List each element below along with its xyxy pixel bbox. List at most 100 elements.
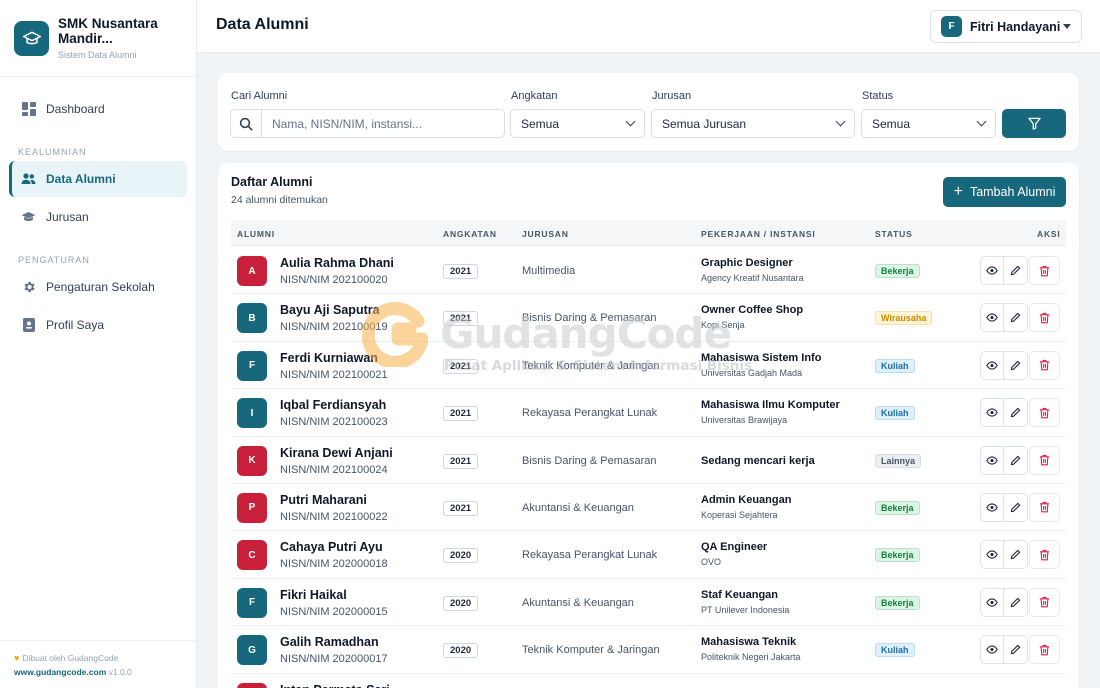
brand-name: SMK Nusantara Mandir... bbox=[58, 16, 158, 46]
avatar: C bbox=[237, 540, 267, 571]
angkatan-value: Semua bbox=[521, 116, 560, 131]
jurusan-label: Jurusan bbox=[652, 90, 692, 102]
edit-button[interactable] bbox=[1004, 398, 1028, 428]
alumni-name[interactable]: Putri Maharani bbox=[280, 493, 367, 507]
view-button[interactable] bbox=[980, 635, 1004, 665]
view-button[interactable] bbox=[980, 587, 1004, 617]
search-placeholder: Nama, NISN/NIM, instansi... bbox=[272, 116, 423, 131]
status-badge: Bekerja bbox=[875, 548, 920, 563]
row-actions bbox=[980, 350, 1060, 380]
avatar: G bbox=[237, 635, 267, 666]
trash-icon bbox=[1039, 454, 1050, 466]
alumni-nim: NISN/NIM 202100022 bbox=[280, 510, 388, 523]
filter-icon bbox=[1027, 117, 1041, 130]
sidebar-item-dashboard[interactable]: Dashboard bbox=[9, 91, 187, 127]
user-menu-button[interactable]: F Fitri Handayani bbox=[930, 10, 1082, 43]
angkatan-label: Angkatan bbox=[511, 90, 558, 102]
view-button[interactable] bbox=[980, 303, 1004, 333]
status-select[interactable]: Semua bbox=[861, 109, 996, 138]
delete-button[interactable] bbox=[1029, 445, 1060, 475]
sidebar-footer: ♥ Dibuat oleh GudangCode www.gudangcode.c… bbox=[0, 640, 196, 688]
trash-icon bbox=[1039, 407, 1050, 419]
table-row[interactable]: F Fikri Haikal NISN/NIM 202000015 2020 Akunt… bbox=[231, 579, 1066, 627]
delete-button[interactable] bbox=[1029, 587, 1060, 617]
edit-button[interactable] bbox=[1004, 492, 1028, 522]
site-link[interactable]: www.gudangcode.com bbox=[14, 667, 106, 677]
view-button[interactable] bbox=[980, 350, 1004, 380]
alumni-name[interactable]: Galih Ramadhan bbox=[280, 635, 379, 649]
sidebar-item-profil-saya[interactable]: Profil Saya bbox=[9, 307, 187, 343]
list-title: Daftar Alumni bbox=[231, 175, 313, 189]
view-button[interactable] bbox=[980, 445, 1004, 475]
table-row[interactable]: P Putri Maharani NISN/NIM 202100022 2021 Aku… bbox=[231, 484, 1066, 532]
alumni-name[interactable]: Intan Permata Sari bbox=[280, 683, 390, 688]
edit-button[interactable] bbox=[1004, 587, 1028, 617]
table-row[interactable]: K Kirana Dewi Anjani NISN/NIM 202100024 202… bbox=[231, 437, 1066, 484]
alumni-name[interactable]: Kirana Dewi Anjani bbox=[280, 446, 393, 460]
column-pekerjaan[interactable]: PEKERJAAN / INSTANSI bbox=[701, 229, 816, 239]
table-row[interactable]: I Iqbal Ferdiansyah NISN/NIM 202100023 2021… bbox=[231, 389, 1066, 437]
table-row[interactable]: B Bayu Aji Saputra NISN/NIM 202100019 2021 B… bbox=[231, 294, 1066, 342]
status-label: Status bbox=[862, 90, 894, 102]
jurusan-select[interactable]: Semua Jurusan bbox=[651, 109, 855, 138]
add-alumni-label: Tambah Alumni bbox=[969, 185, 1056, 199]
avatar: A bbox=[237, 256, 267, 286]
alumni-name[interactable]: Iqbal Ferdiansyah bbox=[280, 398, 386, 412]
pencil-icon bbox=[1010, 597, 1021, 607]
search-input[interactable]: Nama, NISN/NIM, instansi... bbox=[230, 109, 505, 138]
delete-button[interactable] bbox=[1029, 635, 1060, 665]
delete-button[interactable] bbox=[1029, 540, 1060, 570]
brand[interactable]: SMK Nusantara Mandir... Sistem Data Alum… bbox=[0, 0, 196, 77]
delete-button[interactable] bbox=[1029, 492, 1060, 522]
sidebar-item-pengaturan-sekolah[interactable]: Pengaturan Sekolah bbox=[9, 269, 187, 305]
delete-button[interactable] bbox=[1029, 256, 1060, 285]
add-alumni-button[interactable]: + Tambah Alumni bbox=[943, 177, 1066, 207]
delete-button[interactable] bbox=[1029, 398, 1060, 428]
table-row[interactable]: IIntan Permata SariSocial Media Speciali… bbox=[231, 674, 1066, 688]
angkatan-badge: 2021 bbox=[443, 406, 479, 422]
alumni-name[interactable]: Fikri Haikal bbox=[280, 588, 347, 602]
pekerjaan-text: Graphic Designer bbox=[701, 257, 793, 269]
angkatan-select[interactable]: Semua bbox=[510, 109, 645, 138]
delete-button[interactable] bbox=[1029, 350, 1060, 380]
trash-icon bbox=[1039, 312, 1050, 324]
alumni-name[interactable]: Bayu Aji Saputra bbox=[280, 303, 380, 317]
eye-icon bbox=[986, 550, 998, 560]
table-row[interactable]: A Aulia Rahma Dhani NISN/NIM 202100020 2021… bbox=[231, 247, 1066, 295]
alumni-name[interactable]: Aulia Rahma Dhani bbox=[280, 256, 394, 270]
sidebar-item-data-alumni[interactable]: Data Alumni bbox=[9, 161, 187, 197]
edit-button[interactable] bbox=[1004, 350, 1028, 380]
table-row[interactable]: F Ferdi Kurniawan NISN/NIM 202100021 2021 Te… bbox=[231, 342, 1066, 390]
sidebar-nav: Dashboard KEALUMNIAN Data Alumni Jurusan… bbox=[0, 77, 196, 343]
chevron-down-icon bbox=[835, 116, 846, 127]
view-button[interactable] bbox=[980, 256, 1004, 285]
edit-button[interactable] bbox=[1004, 445, 1028, 475]
alumni-name[interactable]: Ferdi Kurniawan bbox=[280, 351, 378, 365]
edit-button[interactable] bbox=[1004, 256, 1028, 285]
sidebar: SMK Nusantara Mandir... Sistem Data Alum… bbox=[0, 0, 197, 688]
status-badge: Bekerja bbox=[875, 264, 920, 278]
filter-button[interactable] bbox=[1002, 109, 1066, 138]
table-row[interactable]: G Galih Ramadhan NISN/NIM 202000017 2020 Tek… bbox=[231, 626, 1066, 674]
trash-icon bbox=[1039, 360, 1050, 371]
eye-icon bbox=[986, 598, 998, 607]
edit-button[interactable] bbox=[1004, 635, 1028, 665]
column-jurusan[interactable]: JURUSAN bbox=[522, 229, 569, 239]
column-angkatan[interactable]: ANGKATAN bbox=[443, 229, 497, 239]
search-icon bbox=[231, 110, 262, 137]
status-value: Semua bbox=[872, 116, 911, 131]
column-alumni[interactable]: ALUMNI bbox=[237, 229, 275, 239]
edit-button[interactable] bbox=[1004, 303, 1028, 333]
page-title: Data Alumni bbox=[216, 16, 309, 33]
view-button[interactable] bbox=[980, 492, 1004, 522]
sidebar-item-jurusan[interactable]: Jurusan bbox=[9, 199, 187, 235]
alumni-nim: NISN/NIM 202100021 bbox=[280, 368, 388, 381]
edit-button[interactable] bbox=[1004, 540, 1028, 570]
alumni-name[interactable]: Cahaya Putri Ayu bbox=[280, 540, 383, 554]
view-button[interactable] bbox=[980, 398, 1004, 428]
delete-button[interactable] bbox=[1029, 303, 1060, 333]
view-button[interactable] bbox=[980, 540, 1004, 570]
column-status[interactable]: STATUS bbox=[875, 229, 913, 239]
table-row[interactable]: C Cahaya Putri Ayu NISN/NIM 202000018 2020 R… bbox=[231, 531, 1066, 579]
alumni-nim: NISN/NIM 202000017 bbox=[280, 653, 388, 666]
